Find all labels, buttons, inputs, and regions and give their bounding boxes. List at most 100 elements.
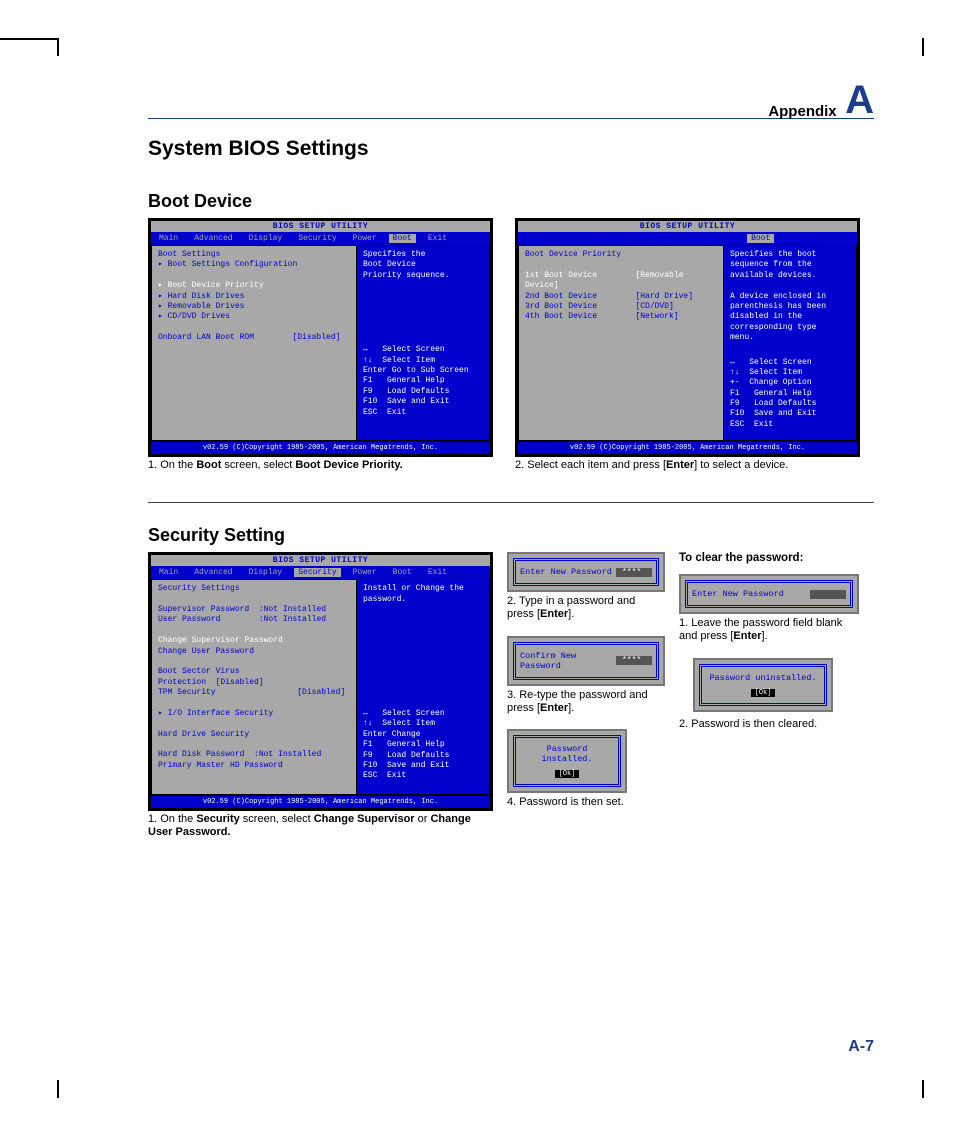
bios-key-legend: ↔ Select Screen ↑↓ Select Item Enter Go … [363, 345, 483, 418]
hard-drive-security-heading: Hard Drive Security [158, 730, 350, 740]
bios-screenshot-boot-priority: BIOS SETUP UTILITY Boot Boot Device Prio… [515, 218, 860, 457]
first-boot-label: 1st Boot Device [525, 271, 597, 280]
step-2-text: 2. Type in a password and press [Enter]. [507, 595, 665, 621]
bios-menu-security: Security [294, 234, 340, 243]
security-setting-heading: Security Setting [148, 525, 874, 546]
dialog-inner: Password installed. [Ok] [513, 735, 621, 787]
bios-menu-exit: Exit [424, 234, 451, 243]
third-boot-device-row: 3rd Boot Device [CD/DVD] [525, 302, 717, 312]
bios-util-title: BIOS SETUP UTILITY [518, 221, 857, 232]
bios-menu-bar: Boot [518, 232, 857, 245]
security-row: BIOS SETUP UTILITY Main Advanced Display… [148, 552, 874, 839]
caption-bold: Change Supervisor [314, 813, 415, 825]
enter-new-password-dialog: Enter New Password **** [507, 552, 665, 592]
boot-shot-2-caption: 2. Select each item and press [Enter] to… [515, 459, 860, 472]
boot-settings-config-item: ▸ Boot Settings Configuration [158, 260, 350, 270]
section-divider [148, 502, 874, 503]
bios-key-legend: ↔ Select Screen ↑↓ Select Item +- Change… [730, 358, 850, 431]
bios-menu-power: Power [349, 234, 381, 243]
second-boot-value: [Hard Drive] [635, 292, 693, 301]
io-interface-security: ▸ I/O Interface Security [158, 709, 350, 719]
dialog-inner: Enter New Password **** [513, 558, 659, 586]
onboard-lan-label: Onboard LAN Boot ROM [158, 333, 254, 342]
first-boot-device-row: 1st Boot Device [Removable Device] [525, 271, 717, 292]
bios-menu-boot-selected: Boot [389, 234, 416, 243]
bios-util-title: BIOS SETUP UTILITY [151, 555, 490, 566]
enter-password-label: Enter New Password [692, 589, 784, 599]
clear-step-1-text: 1. Leave the password field blank and pr… [679, 617, 859, 643]
ok-button: [Ok] [555, 770, 580, 778]
bios-footer-copyright: v02.59 (C)Copyright 1985-2005, American … [151, 441, 490, 454]
bios-help-desc: Specifies the Boot Device Priority seque… [363, 250, 483, 281]
bios-footer-copyright: v02.59 (C)Copyright 1985-2005, American … [518, 441, 857, 454]
password-field-blank [810, 590, 846, 599]
section-title: System BIOS Settings [148, 137, 874, 161]
password-installed-dialog: Password installed. [Ok] [507, 729, 627, 793]
fourth-boot-device-row: 4th Boot Device [Network] [525, 312, 717, 322]
bios-screenshot-security: BIOS SETUP UTILITY Main Advanced Display… [148, 552, 493, 811]
boot-device-heading: Boot Device [148, 191, 874, 212]
password-uninstalled-dialog: Password uninstalled. [Ok] [693, 658, 833, 712]
caption-text: screen, select [221, 459, 295, 471]
bios-left-pane: Boot Settings ▸ Boot Settings Configurat… [151, 245, 357, 441]
bios-right-pane: Specifies the boot sequence from the ava… [724, 245, 857, 441]
dialog-inner: Password uninstalled. [Ok] [699, 664, 827, 706]
password-steps-col: Enter New Password **** 2. Type in a pas… [507, 552, 665, 809]
bios-left-pane: Boot Device Priority 1st Boot Device [Re… [518, 245, 724, 441]
bios-menu-advanced: Advanced [190, 234, 236, 243]
user-password-row: User Password :Not Installed [158, 615, 350, 625]
crop-mark [57, 38, 59, 56]
fourth-boot-value: [Network] [635, 312, 678, 321]
bios-body: Boot Device Priority 1st Boot Device [Re… [518, 245, 857, 441]
bios-body: Security Settings Supervisor Password :N… [151, 579, 490, 795]
third-boot-label: 3rd Boot Device [525, 302, 597, 311]
appendix-letter: A [845, 80, 874, 120]
bios-help-desc: Install or Change the password. [363, 584, 483, 605]
bios-menu-security-selected: Security [294, 568, 340, 577]
clear-password-col: To clear the password: Enter New Passwor… [679, 552, 859, 731]
hard-disk-drives-item: ▸ Hard Disk Drives [158, 292, 350, 302]
bios-menu-main: Main [155, 234, 182, 243]
third-boot-value: [CD/DVD] [635, 302, 673, 311]
appendix-label: Appendix [768, 103, 836, 120]
caption-text: screen, select [240, 813, 314, 825]
change-user-password: Change User Password [158, 647, 350, 657]
clear-step-2-text: 2. Password is then cleared. [679, 718, 859, 731]
bios-menu-boot-selected: Boot [747, 234, 774, 243]
boot-settings-heading: Boot Settings [158, 250, 350, 260]
bios-right-pane: Install or Change the password. ↔ Select… [357, 579, 490, 795]
crop-mark [57, 1080, 59, 1098]
password-installed-label: Password installed. [520, 744, 614, 764]
boot-shot-1-caption: 1. On the Boot screen, select Boot Devic… [148, 459, 493, 472]
caption-text: or [415, 813, 431, 825]
caption-bold: Boot [196, 459, 221, 471]
supervisor-password-row: Supervisor Password :Not Installed [158, 605, 350, 615]
enter-new-password-blank-dialog: Enter New Password [679, 574, 859, 614]
bios-body: Boot Settings ▸ Boot Settings Configurat… [151, 245, 490, 441]
change-supervisor-password: Change Supervisor Password [158, 636, 350, 646]
password-uninstalled-label: Password uninstalled. [706, 673, 820, 683]
bios-key-legend: ↔ Select Screen ↑↓ Select Item Enter Cha… [363, 709, 483, 782]
bios-util-title: BIOS SETUP UTILITY [151, 221, 490, 232]
bios-menu-bar: Main Advanced Display Security Power Boo… [151, 232, 490, 245]
tpm-security-row: TPM Security [Disabled] [158, 688, 350, 698]
boot-device-priority-item: ▸ Boot Device Priority [158, 281, 350, 291]
bios-footer-copyright: v02.59 (C)Copyright 1985-2005, American … [151, 795, 490, 808]
caption-bold: Security [196, 813, 239, 825]
second-boot-label: 2nd Boot Device [525, 292, 597, 301]
dialog-inner: Enter New Password [685, 580, 853, 608]
ok-button: [Ok] [751, 689, 776, 697]
bios-menu-display: Display [245, 568, 287, 577]
bios-menu-display: Display [245, 234, 287, 243]
bios-help-desc: Specifies the boot sequence from the ava… [730, 250, 850, 344]
boot-sector-virus-row: Boot Sector Virus Protection [Disabled] [158, 667, 350, 688]
crop-mark [0, 38, 58, 40]
page-number: A-7 [848, 1038, 874, 1056]
confirm-password-label: Confirm New Password [520, 651, 616, 671]
fourth-boot-label: 4th Boot Device [525, 312, 597, 321]
removable-drives-item: ▸ Removable Drives [158, 302, 350, 312]
bios-menu-power: Power [349, 568, 381, 577]
step-4-text: 4. Password is then set. [507, 796, 665, 809]
caption-bold: Boot Device Priority. [295, 459, 402, 471]
bios-right-pane: Specifies the Boot Device Priority seque… [357, 245, 490, 441]
